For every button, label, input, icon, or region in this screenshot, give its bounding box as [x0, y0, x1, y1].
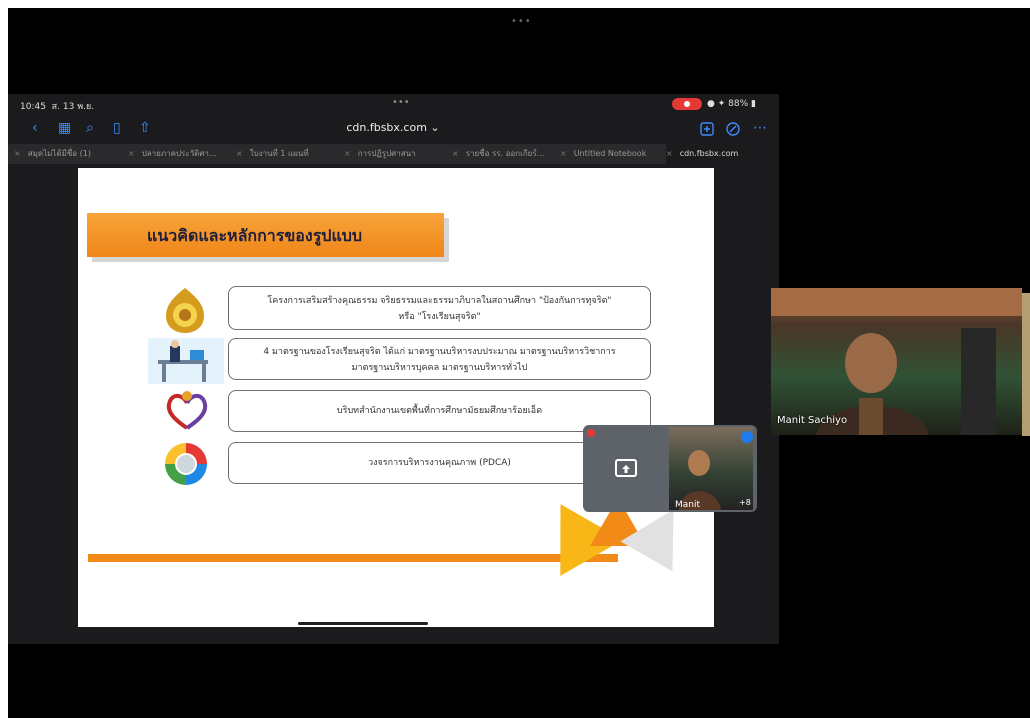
self-video-tile[interactable]: Manit +8	[669, 427, 753, 510]
status-date: ส. 13 พ.ย.	[51, 102, 95, 112]
next-participant-edge	[1022, 293, 1030, 436]
battery-level: 88%	[728, 99, 749, 109]
status-time: 10:45 ส. 13 พ.ย.	[20, 99, 94, 113]
tab-label: การปฏิรูปศาสนา	[357, 149, 416, 158]
edit-icon[interactable]	[726, 122, 740, 136]
browser-tab[interactable]: × การปฏิรูปศาสนา	[344, 144, 456, 164]
pdca-cycle-icon	[165, 443, 207, 485]
new-tab-icon[interactable]	[700, 122, 714, 136]
tab-label: ใบงานที่ 1 แผนที่	[249, 149, 309, 158]
participant-overflow-count[interactable]: +8	[739, 498, 751, 507]
tab-label: cdn.fbsbx.com	[679, 149, 739, 158]
browser-tab[interactable]: × รายชื่อ รร. ออกเกียร์...	[452, 144, 564, 164]
browser-tab[interactable]: × Untitled Notebook	[560, 144, 670, 164]
browser-tab[interactable]: × ใบงานที่ 1 แผนที่	[236, 144, 348, 164]
tab-label: ปลายภาคประวัติศา...	[141, 149, 217, 158]
slide-item-line: 4 มาตรฐานของโรงเรียนสุจริต ได้แก่ มาตรฐา…	[263, 347, 616, 357]
office-worker-icon	[148, 338, 224, 384]
window-menu-dots[interactable]: •••	[511, 16, 532, 27]
tab-label: สมุดไม่ได้มีชื่อ (1)	[27, 149, 91, 158]
slide-item-line: หรือ "โรงเรียนสุจริต"	[398, 312, 481, 322]
share-icon[interactable]: ⇧	[139, 120, 151, 136]
more-options-icon[interactable]: ⋯	[753, 120, 767, 136]
tab-label: รายชื่อ รร. ออกเกียร์...	[465, 149, 545, 158]
back-icon[interactable]: ‹	[32, 120, 38, 136]
status-bar: 10:45 ส. 13 พ.ย. ••• ● ✦ 88% ▮	[8, 94, 779, 114]
slide-footer-bar	[88, 554, 618, 562]
search-icon[interactable]: ⌕	[86, 120, 94, 136]
browser-tab-bar: × สมุดไม่ได้มีชื่อ (1) × ปลายภาคประวัติศา.…	[8, 144, 779, 164]
status-center-dots: •••	[392, 97, 410, 108]
browser-tab-active[interactable]: × cdn.fbsbx.com	[666, 144, 779, 164]
share-screen-button[interactable]	[615, 459, 637, 477]
slide-item-line: โครงการเสริมสร้างคุณธรรม จริยธรรมและธรรม…	[267, 296, 612, 306]
participant-silhouette-icon	[771, 288, 1022, 435]
tab-grid-icon[interactable]: ▦	[58, 120, 71, 136]
meeting-window: ••• 10:45 ส. 13 พ.ย. ••• ● ✦ 88% ▮ ‹ ▦ ⌕…	[8, 8, 1030, 718]
url-field[interactable]: cdn.fbsbx.com ⌄	[308, 121, 478, 134]
slide-title: แนวคิดและหลักการของรูปแบบ	[147, 226, 363, 245]
home-indicator	[298, 622, 428, 625]
participant-video-tile[interactable]: Manit Sachiyo	[771, 288, 1022, 435]
upload-icon	[622, 465, 630, 473]
slide-item-1: โครงการเสริมสร้างคุณธรรม จริยธรรมและธรรม…	[228, 286, 651, 330]
presentation-slide: แนวคิดและหลักการของรูปแบบ โครงการเสริมสร…	[78, 168, 714, 627]
browser-toolbar: ‹ ▦ ⌕ ▯ ⇧ cdn.fbsbx.com ⌄ ⋯	[8, 114, 779, 144]
audio-indicator-icon	[741, 431, 753, 443]
status-clock: 10:45	[20, 102, 46, 112]
heart-logo-icon	[166, 391, 208, 430]
shared-screen: 10:45 ส. 13 พ.ย. ••• ● ✦ 88% ▮ ‹ ▦ ⌕ ▯ ⇧…	[8, 94, 779, 644]
school-emblem-icon	[166, 288, 204, 333]
slide-item-2: 4 มาตรฐานของโรงเรียนสุจริต ได้แก่ มาตรฐา…	[228, 338, 651, 380]
participant-name: Manit Sachiyo	[777, 415, 848, 426]
tab-label: Untitled Notebook	[573, 149, 647, 158]
slide-item-line: มาตรฐานบริหารบุคคล มาตรฐานบริหารทั่วไป	[351, 363, 528, 373]
url-text: cdn.fbsbx.com	[346, 121, 427, 134]
browser-tab[interactable]: × สมุดไม่ได้มีชื่อ (1)	[14, 144, 126, 164]
browser-tab[interactable]: × ปลายภาคประวัติศา...	[128, 144, 240, 164]
recording-indicator	[672, 98, 702, 110]
battery-status: ● ✦ 88% ▮	[707, 99, 756, 109]
self-view-panel: Manit +8	[583, 425, 757, 512]
recording-dot	[587, 429, 595, 437]
bookmark-icon[interactable]: ▯	[113, 120, 121, 136]
self-view-name: Manit	[675, 500, 701, 510]
slide-title-banner: แนวคิดและหลักการของรูปแบบ	[87, 213, 444, 257]
